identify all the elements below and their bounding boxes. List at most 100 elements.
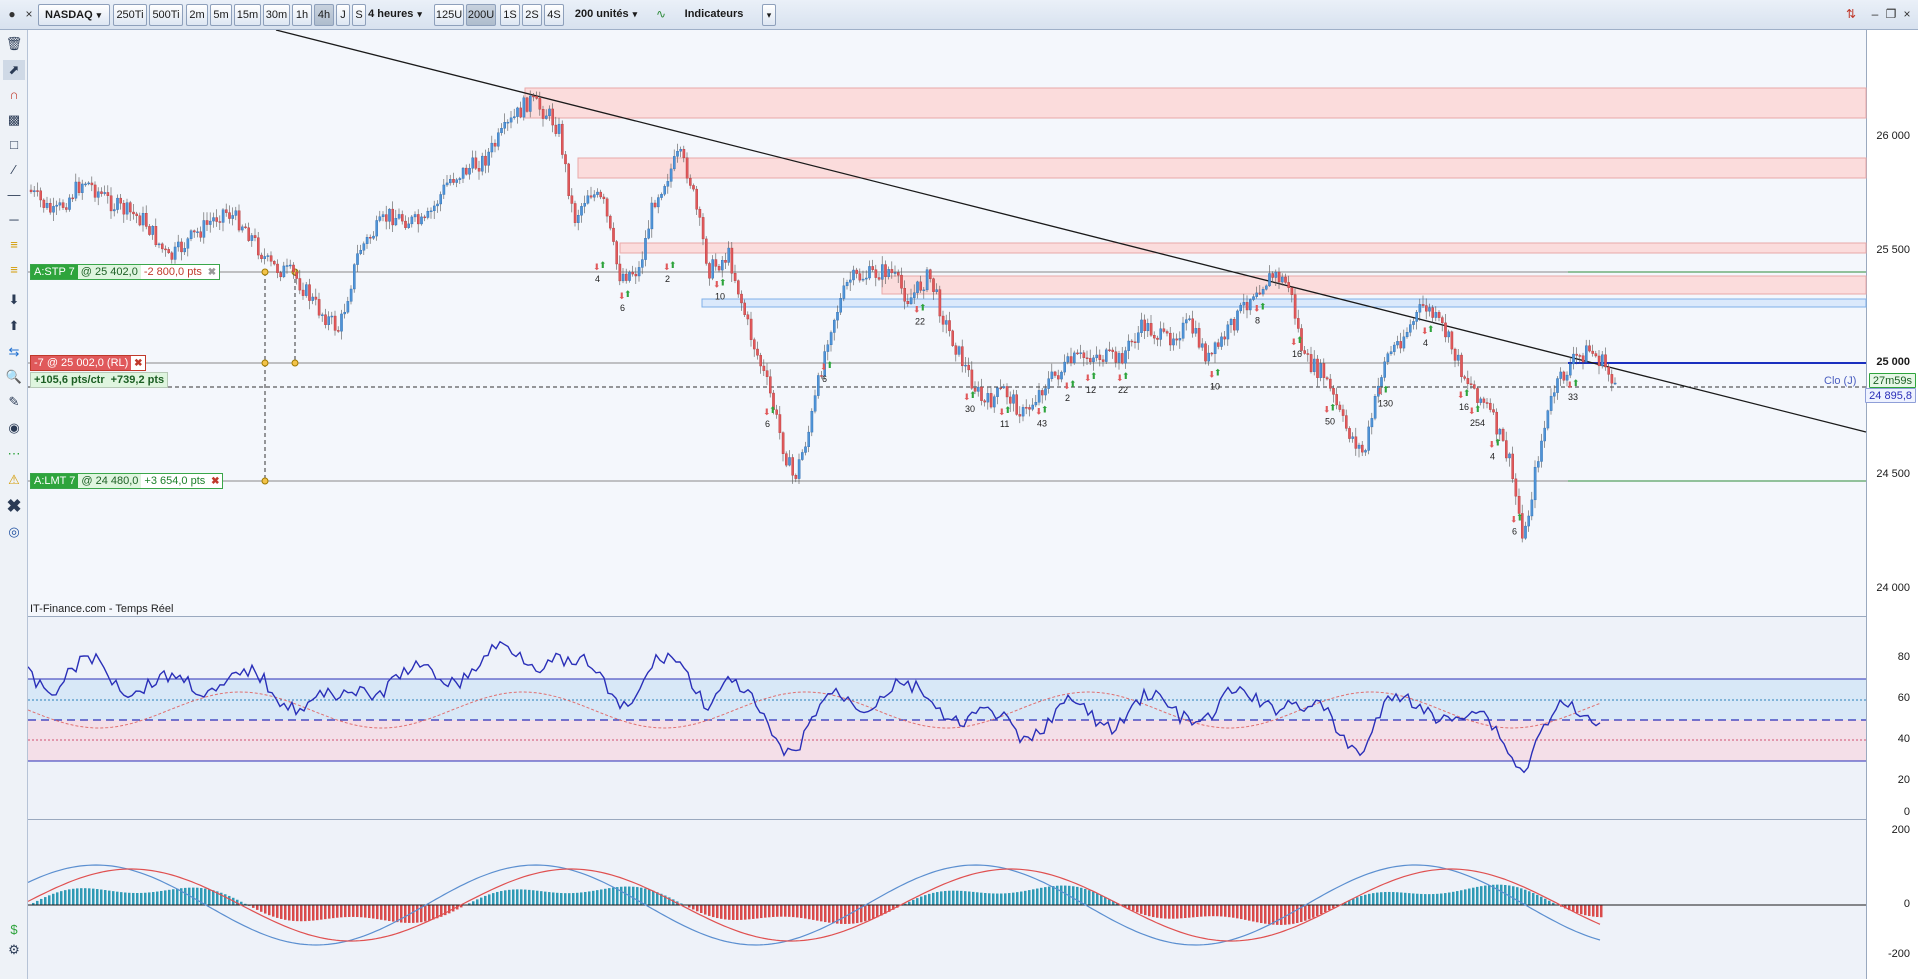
arrow-up-icon[interactable]: ⬆	[3, 316, 25, 336]
candle-body	[285, 265, 289, 267]
units-select[interactable]: 200 unités	[568, 4, 644, 26]
macd-bar	[912, 899, 915, 905]
horizontal-line-icon[interactable]: —	[3, 185, 25, 205]
units-1s-button[interactable]: 1S	[500, 4, 520, 26]
candle-body	[570, 195, 574, 204]
candle-body	[125, 202, 129, 215]
channel-tool-icon[interactable]: ▩	[3, 110, 25, 130]
indicators-dropdown-button[interactable]: ▾	[762, 4, 776, 26]
tf-daily-button[interactable]: J	[336, 4, 350, 26]
macd-bar	[796, 905, 799, 918]
macd-bar	[168, 889, 171, 905]
settings-icon[interactable]: ⚙	[3, 940, 25, 960]
dollar-icon[interactable]: $	[3, 920, 25, 940]
tick-250-button[interactable]: 250Ti	[113, 4, 147, 26]
tf-30m-button[interactable]: 30m	[263, 4, 290, 26]
candle-body	[1408, 324, 1412, 333]
trash-icon[interactable]: 🗑	[3, 34, 25, 54]
tf-2m-button[interactable]: 2m	[186, 4, 208, 26]
close-window-icon[interactable]: ×	[1898, 5, 1916, 23]
position-close-icon[interactable]: ✖	[131, 358, 145, 369]
fibonacci-icon[interactable]: ≡	[3, 235, 25, 255]
instrument-selector[interactable]: NASDAQ	[38, 4, 110, 26]
candle-body	[1469, 383, 1473, 385]
magnet-icon[interactable]: ∩	[3, 85, 25, 105]
chart-canvas[interactable]: ⬇⬆4⬇⬆6⬇⬆2⬇⬆10⬇⬆6⬇⬆6⬇⬆22⬇⬆30 ⬇⬆11⬇⬆43⬇⬆2⬇⬆…	[27, 29, 1918, 979]
units-125-button[interactable]: 125U	[434, 4, 464, 26]
candle-body	[144, 213, 148, 227]
macd-bar	[1600, 905, 1603, 918]
stop-order-close-icon[interactable]: ✖	[205, 267, 219, 278]
macd-bar	[332, 905, 335, 919]
candle-body	[1597, 355, 1601, 367]
candle-body	[599, 191, 602, 198]
timeframe-select[interactable]: 4 heures	[360, 4, 430, 26]
cursor-icon[interactable]: ⬈	[3, 60, 25, 80]
limit-order-close-icon[interactable]: ✖	[208, 476, 222, 487]
units-4s-button[interactable]: 4S	[544, 4, 564, 26]
measure-icon[interactable]: ⇆	[3, 342, 25, 362]
candle-body	[413, 214, 417, 218]
zoom-icon[interactable]: 🔍	[3, 367, 25, 387]
macd-bar	[296, 905, 299, 922]
alert-bell-icon[interactable]: ⚠	[3, 470, 25, 490]
macd-bar	[1156, 905, 1159, 918]
candle-body	[689, 178, 692, 186]
candle-body	[1572, 353, 1575, 365]
candle-body	[417, 214, 420, 225]
horizontal-ray-icon[interactable]: ─	[3, 210, 25, 230]
macd-bar	[1416, 893, 1419, 905]
candle-body	[330, 315, 334, 318]
candle-body	[980, 386, 983, 401]
macd-bar	[1364, 894, 1367, 905]
candle-body	[356, 253, 359, 265]
limit-order-label[interactable]: A:LMT 7 @ 24 480,0 +3 654,0 pts ✖	[30, 473, 224, 489]
color-palette-icon[interactable]: ◉	[3, 418, 25, 438]
pencil-icon[interactable]: ✎	[3, 392, 25, 412]
tf-15m-button[interactable]: 15m	[234, 4, 261, 26]
macd-bar	[1200, 905, 1203, 917]
candle-body	[1277, 271, 1281, 283]
fib-extension-icon[interactable]: ≡	[3, 260, 25, 280]
units-2s-button[interactable]: 2S	[522, 4, 542, 26]
macd-bar	[1328, 905, 1331, 911]
candle-body	[1252, 296, 1255, 300]
candle-body	[919, 281, 922, 291]
tf-1h-button[interactable]: 1h	[292, 4, 312, 26]
tf-4h-button[interactable]: 4h	[314, 4, 334, 26]
candle-body	[333, 315, 337, 331]
candle-body	[1444, 322, 1447, 338]
stop-order-label[interactable]: A:STP 7 @ 25 402,0 -2 800,0 pts ✖	[30, 264, 220, 280]
signal-arrow-up: ⬆	[599, 260, 607, 270]
dotted-line-icon[interactable]: ⋯	[3, 444, 25, 464]
macd-bar	[204, 888, 207, 905]
indicators-icon[interactable]: ∿	[650, 5, 672, 23]
tf-5m-button[interactable]: 5m	[210, 4, 232, 26]
candle-body	[1002, 386, 1006, 389]
macd-bar	[1412, 893, 1415, 905]
candle-body	[1364, 450, 1367, 453]
candle-body	[228, 212, 231, 219]
macd-bar	[1404, 892, 1407, 905]
alert-icon[interactable]: ⇅	[1842, 5, 1860, 23]
candle-body	[1600, 354, 1604, 367]
chart-area[interactable]: ⬇ ⬆ 4 ⬇ ⬆ 6 ⬇ ⬆ 2 ⬇ ⬆ 10 ⬇ ⬆ 6 ⬇ ⬆ 6 ⬇ ⬆ 22 ⬇ ⬆ 30 ⬇ ⬆ 11 ⬇ ⬆ 43 ⬇ ⬆ 2 ⬇ ⬆…	[27, 29, 1918, 979]
target-icon[interactable]: ◎	[3, 522, 25, 542]
trendline-tool-icon[interactable]: ∕	[3, 160, 25, 180]
arrow-down-icon[interactable]: ⬇	[3, 290, 25, 310]
candle-body	[1584, 345, 1588, 363]
rectangle-tool-icon[interactable]: □	[3, 135, 25, 155]
indicators-button[interactable]: Indicateurs	[674, 4, 754, 26]
tick-500-button[interactable]: 500Ti	[149, 4, 183, 26]
macd-bar	[1296, 905, 1299, 924]
delete-drawings-icon[interactable]: ✖	[3, 496, 25, 516]
candle-body	[1034, 402, 1038, 406]
units-200-button[interactable]: 200U	[466, 4, 496, 26]
position-label[interactable]: -7 @ 25 002,0 (RL) ✖	[30, 355, 147, 371]
app-menu-icon[interactable]: ●	[3, 5, 21, 23]
candle-body	[925, 269, 929, 291]
candle-body	[1581, 355, 1585, 363]
candle-body	[141, 213, 145, 226]
candle-body	[1082, 352, 1086, 359]
close-chart-icon[interactable]: ×	[20, 5, 38, 23]
